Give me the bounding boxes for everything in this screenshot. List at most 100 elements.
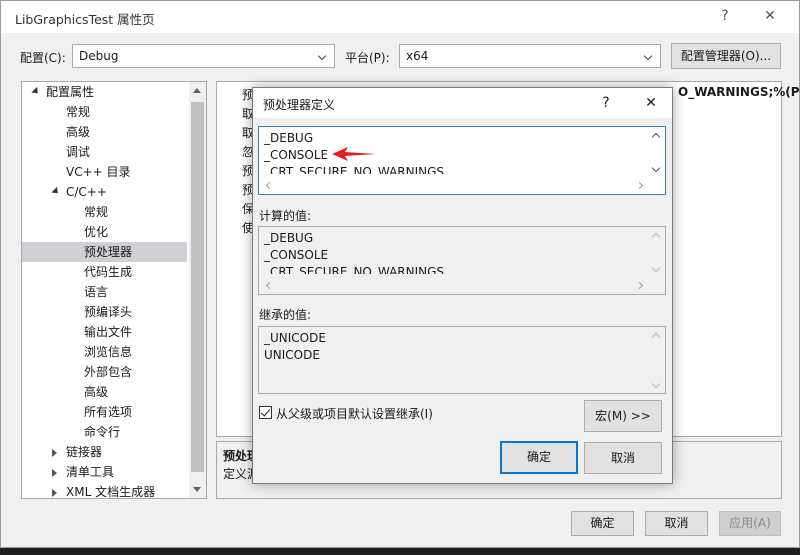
tree-item-label: 命令行: [84, 425, 121, 439]
definition-line: _CRT_SECURE_NO_WARNINGS: [264, 165, 445, 174]
platform-label: 平台(P):: [345, 51, 390, 65]
scroll-down-icon[interactable]: [193, 487, 201, 492]
chevron-down-icon: [316, 45, 330, 67]
dialog-ok-button[interactable]: 确定: [500, 441, 578, 474]
inherited-line: UNICODE: [264, 348, 320, 362]
help-icon[interactable]: ?: [593, 92, 619, 114]
tree-item-label: 代码生成: [84, 265, 133, 279]
collapsed-caret-icon[interactable]: [52, 449, 57, 457]
tree-item[interactable]: 配置属性: [22, 82, 187, 102]
scroll-up-icon[interactable]: [651, 332, 661, 342]
tree-item[interactable]: 代码生成: [22, 262, 187, 282]
vertical-scrollbar[interactable]: [648, 127, 665, 177]
computed-values-box: _DEBUG _CONSOLE _CRT_SECURE_NO_WARNINGS: [258, 226, 666, 295]
help-icon[interactable]: ?: [711, 5, 739, 27]
tree-item[interactable]: 输出文件: [22, 322, 187, 342]
tree-item-label: 语言: [84, 285, 109, 299]
tree-item-label: C/C++: [66, 185, 107, 199]
tree-item[interactable]: 浏览信息: [22, 342, 187, 362]
tree-item[interactable]: 所有选项: [22, 402, 187, 422]
expanded-caret-icon[interactable]: [31, 86, 41, 97]
expanded-caret-icon[interactable]: [51, 186, 61, 197]
tree-item-label: 常规: [84, 205, 109, 219]
tree-item-label: XML 文档生成器: [66, 485, 156, 499]
tree-item-label: 输出文件: [84, 325, 133, 339]
tree-item[interactable]: 预编译头: [22, 302, 187, 322]
macro-button[interactable]: 宏(M) >>: [584, 400, 662, 432]
config-combobox[interactable]: Debug: [72, 44, 335, 68]
scroll-right-icon[interactable]: [635, 281, 644, 290]
close-icon[interactable]: ✕: [638, 92, 664, 114]
scroll-thumb[interactable]: [191, 102, 204, 472]
tree-item[interactable]: 高级: [22, 122, 187, 142]
tree-item-label: 常规: [66, 105, 91, 119]
tree-item-label: 调试: [66, 145, 91, 159]
inherit-checkbox-label[interactable]: 从父级或项目默认设置继承(I): [276, 405, 433, 422]
horizontal-scrollbar[interactable]: [259, 277, 648, 294]
tree-item[interactable]: 清单工具: [22, 462, 187, 482]
scroll-right-icon[interactable]: [635, 181, 644, 190]
scroll-down-icon[interactable]: [651, 163, 661, 173]
tree-item-label: 高级: [84, 385, 109, 399]
collapsed-caret-icon[interactable]: [52, 469, 57, 477]
dialog-title-bar: 预处理器定义 ? ✕: [253, 88, 672, 118]
config-value: Debug: [79, 49, 119, 63]
chevron-down-icon: [642, 45, 656, 67]
tree-item[interactable]: VC++ 目录: [22, 162, 187, 182]
collapsed-caret-icon[interactable]: [52, 489, 57, 497]
tree-item-label: 所有选项: [84, 405, 133, 419]
tree-scrollbar[interactable]: [189, 82, 206, 498]
definitions-textarea[interactable]: _DEBUG _CONSOLE _CRT_SECURE_NO_WARNINGS: [258, 126, 666, 195]
computed-line: _CONSOLE: [264, 248, 329, 262]
horizontal-scrollbar[interactable]: [259, 177, 648, 194]
scroll-down-icon[interactable]: [651, 263, 661, 273]
tree-item[interactable]: 链接器: [22, 442, 187, 462]
tree-item-label: 预处理器: [84, 245, 133, 259]
inherit-checkbox[interactable]: [259, 406, 272, 419]
close-icon[interactable]: ✕: [756, 5, 784, 27]
preprocessor-definitions-dialog: 预处理器定义 ? ✕ _DEBUG _CONSOLE _CRT_SECURE_N…: [252, 87, 673, 484]
tree-item[interactable]: 常规: [22, 102, 187, 122]
tree-item[interactable]: 高级: [22, 382, 187, 402]
dialog-cancel-button[interactable]: 取消: [584, 442, 662, 474]
tree-item[interactable]: 优化: [22, 222, 187, 242]
definition-line: _DEBUG: [264, 131, 314, 145]
title-bar: LibGraphicsTest 属性页 ? ✕: [1, 1, 799, 33]
tree-item-label: VC++ 目录: [66, 165, 131, 179]
scroll-up-icon[interactable]: [193, 88, 201, 93]
cancel-button[interactable]: 取消: [645, 511, 708, 536]
inherited-values-label: 继承的值:: [259, 308, 312, 322]
tree-item[interactable]: 外部包含: [22, 362, 187, 382]
tree-item[interactable]: 语言: [22, 282, 187, 302]
tree-item[interactable]: 命令行: [22, 422, 187, 442]
dialog-title: 预处理器定义: [263, 98, 336, 112]
scroll-down-icon[interactable]: [651, 379, 661, 389]
inherited-line: _UNICODE: [264, 331, 326, 345]
scroll-left-icon[interactable]: [265, 181, 274, 190]
tree-item[interactable]: C/C++: [22, 182, 187, 202]
computed-values-label: 计算的值:: [259, 209, 312, 223]
tree-item-label: 清单工具: [66, 465, 115, 479]
tree-item[interactable]: 预处理器: [22, 242, 187, 262]
tree-item-label: 外部包含: [84, 365, 133, 379]
config-manager-button[interactable]: 配置管理器(O)...: [671, 43, 781, 69]
definition-line: _CONSOLE: [264, 148, 329, 162]
apply-button[interactable]: 应用(A): [719, 511, 781, 536]
tree-item-label: 浏览信息: [84, 345, 133, 359]
property-tree[interactable]: 配置属性 常规 高级 调试 VC++ 目录 C/C++ 常规 优化 预处理器 代码生成 语言 预编译头…: [21, 81, 207, 499]
platform-combobox[interactable]: x64: [399, 44, 661, 68]
ok-button[interactable]: 确定: [571, 511, 634, 536]
tree-item[interactable]: 常规: [22, 202, 187, 222]
vertical-scrollbar[interactable]: [648, 327, 665, 393]
scroll-up-icon[interactable]: [651, 232, 661, 242]
tree-item-label: 高级: [66, 125, 91, 139]
tree-item[interactable]: 调试: [22, 142, 187, 162]
preprocessor-value-fragment: O_WARNINGS;%(P: [678, 85, 800, 99]
window-title: LibGraphicsTest 属性页: [15, 12, 155, 27]
tree-item[interactable]: XML 文档生成器: [22, 482, 187, 499]
scroll-up-icon[interactable]: [651, 132, 661, 142]
tree-item-label: 配置属性: [46, 85, 95, 99]
vertical-scrollbar[interactable]: [648, 227, 665, 277]
computed-line: _DEBUG: [264, 231, 314, 245]
scroll-left-icon[interactable]: [265, 281, 274, 290]
